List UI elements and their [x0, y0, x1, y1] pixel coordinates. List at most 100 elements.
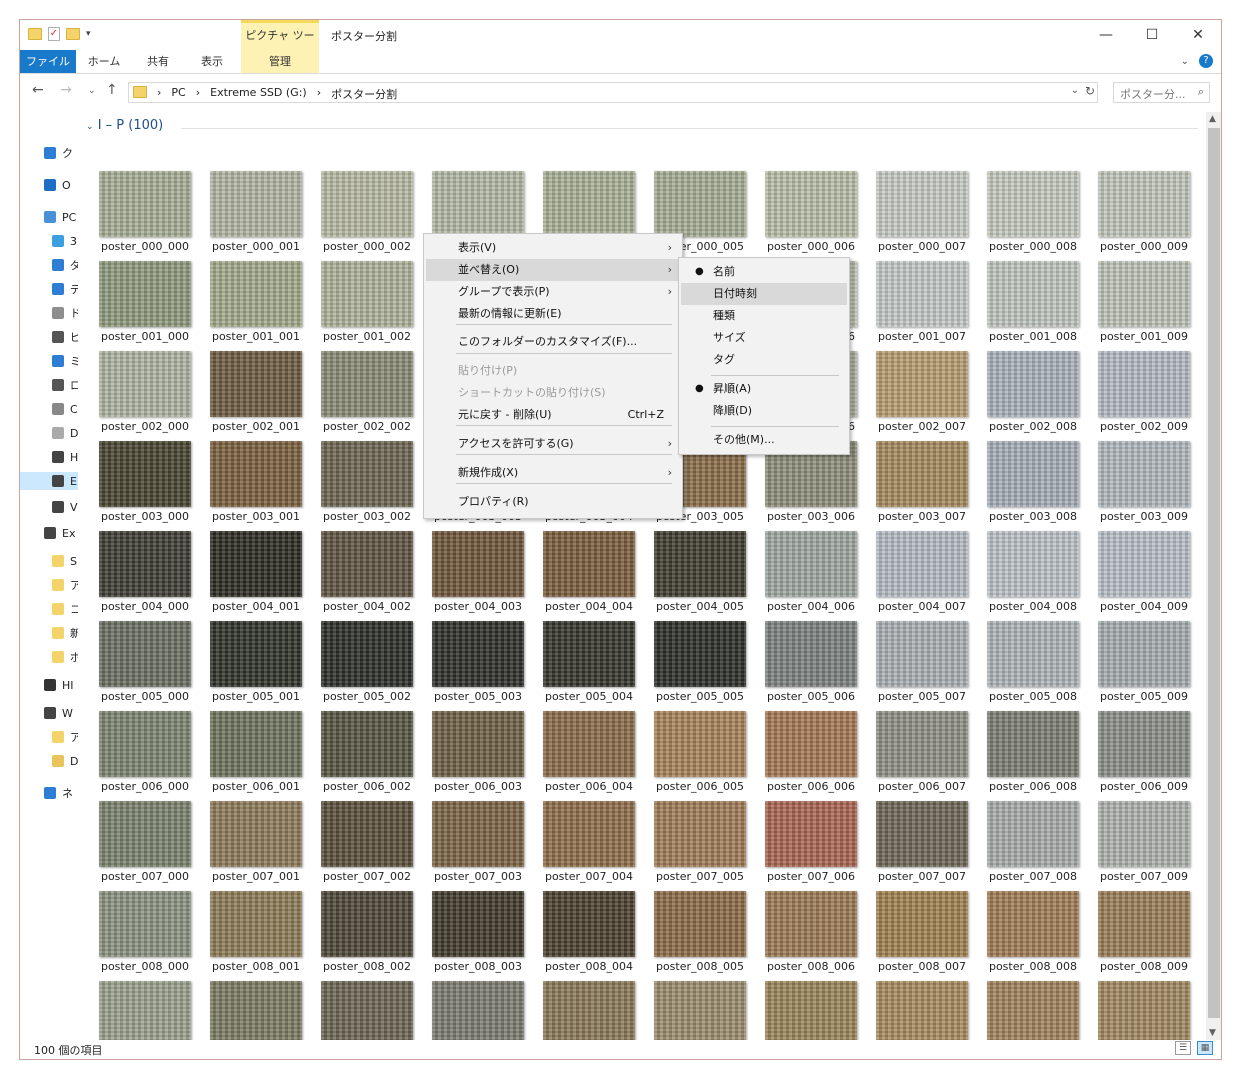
- context-menu-item[interactable]: 最新の情報に更新(E): [426, 303, 680, 325]
- scroll-up-icon[interactable]: ▲: [1209, 114, 1216, 124]
- image-thumbnail[interactable]: [321, 621, 413, 687]
- sort-menu-item[interactable]: 種類: [681, 305, 847, 327]
- group-header[interactable]: ⌄ I – P (100): [86, 118, 1198, 138]
- context-menu-item[interactable]: ショートカットの貼り付け(S): [426, 382, 680, 404]
- image-thumbnail[interactable]: [987, 621, 1079, 687]
- image-thumbnail[interactable]: [210, 801, 302, 867]
- image-thumbnail[interactable]: [99, 531, 191, 597]
- details-view-icon[interactable]: ☰: [1175, 1041, 1191, 1055]
- image-thumbnail[interactable]: [321, 171, 413, 237]
- image-thumbnail[interactable]: [876, 531, 968, 597]
- image-thumbnail[interactable]: [99, 981, 191, 1040]
- scrollbar-thumb[interactable]: [1208, 128, 1220, 1018]
- nav-item[interactable]: コ: [52, 600, 78, 618]
- image-thumbnail[interactable]: [210, 531, 302, 597]
- file-name-label[interactable]: poster_006_006: [756, 780, 866, 793]
- image-thumbnail[interactable]: [1098, 891, 1190, 957]
- nav-item[interactable]: ド: [52, 304, 78, 322]
- nav-item[interactable]: D: [52, 752, 78, 770]
- image-thumbnail[interactable]: [987, 441, 1079, 507]
- expand-ribbon-icon[interactable]: ⌄: [1181, 56, 1189, 67]
- help-icon[interactable]: ?: [1199, 54, 1213, 68]
- file-name-label[interactable]: poster_004_004: [534, 600, 644, 613]
- image-thumbnail[interactable]: [1098, 441, 1190, 507]
- file-name-label[interactable]: poster_007_008: [978, 870, 1088, 883]
- nav-item[interactable]: ピ: [52, 328, 78, 346]
- nav-item[interactable]: C: [52, 400, 78, 418]
- image-thumbnail[interactable]: [321, 261, 413, 327]
- file-name-label[interactable]: poster_006_002: [312, 780, 422, 793]
- file-name-label[interactable]: poster_004_003: [423, 600, 533, 613]
- nav-item[interactable]: PC: [44, 208, 76, 226]
- image-thumbnail[interactable]: [1098, 171, 1190, 237]
- image-thumbnail[interactable]: [1098, 801, 1190, 867]
- image-thumbnail[interactable]: [321, 351, 413, 417]
- image-thumbnail[interactable]: [987, 711, 1079, 777]
- file-name-label[interactable]: poster_008_003: [423, 960, 533, 973]
- file-name-label[interactable]: poster_003_001: [201, 510, 311, 523]
- tab-view[interactable]: 表示: [192, 50, 232, 73]
- file-name-label[interactable]: poster_007_001: [201, 870, 311, 883]
- image-thumbnail[interactable]: [987, 171, 1079, 237]
- image-thumbnail[interactable]: [543, 711, 635, 777]
- file-name-label[interactable]: poster_001_001: [201, 330, 311, 343]
- image-thumbnail[interactable]: [765, 171, 857, 237]
- file-name-label[interactable]: poster_000_009: [1089, 240, 1199, 253]
- refresh-icon[interactable]: ↻: [1085, 84, 1095, 98]
- crumb-folder[interactable]: ポスター分割: [331, 86, 397, 102]
- file-name-label[interactable]: poster_007_009: [1089, 870, 1199, 883]
- file-name-label[interactable]: poster_008_009: [1089, 960, 1199, 973]
- image-thumbnail[interactable]: [765, 621, 857, 687]
- file-name-label[interactable]: poster_008_004: [534, 960, 644, 973]
- nav-item[interactable]: ミ: [52, 352, 78, 370]
- file-name-label[interactable]: poster_000_000: [90, 240, 200, 253]
- image-thumbnail[interactable]: [987, 261, 1079, 327]
- context-menu-item[interactable]: 並べ替え(O) ›: [426, 259, 680, 281]
- image-thumbnail[interactable]: [99, 711, 191, 777]
- nav-item[interactable]: V: [52, 498, 78, 516]
- image-thumbnail[interactable]: [543, 801, 635, 867]
- search-box[interactable]: ポスター分... ⌕: [1113, 82, 1210, 103]
- file-name-label[interactable]: poster_003_002: [312, 510, 422, 523]
- file-name-label[interactable]: poster_005_002: [312, 690, 422, 703]
- up-icon[interactable]: ↑: [106, 82, 118, 98]
- image-thumbnail[interactable]: [99, 801, 191, 867]
- sort-menu-item[interactable]: ● 昇順(A): [681, 378, 847, 400]
- file-name-label[interactable]: poster_000_006: [756, 240, 866, 253]
- address-dropdown-icon[interactable]: ⌄: [1071, 85, 1079, 96]
- back-icon[interactable]: ←: [32, 82, 44, 98]
- image-thumbnail[interactable]: [210, 711, 302, 777]
- image-thumbnail[interactable]: [765, 981, 857, 1040]
- large-icons-view-icon[interactable]: ▦: [1197, 1041, 1213, 1055]
- file-name-label[interactable]: poster_000_008: [978, 240, 1088, 253]
- context-menu-item[interactable]: 貼り付け(P): [426, 360, 680, 382]
- file-name-label[interactable]: poster_007_002: [312, 870, 422, 883]
- nav-item[interactable]: ア: [52, 576, 78, 594]
- file-name-label[interactable]: poster_008_001: [201, 960, 311, 973]
- file-name-label[interactable]: poster_007_007: [867, 870, 977, 883]
- file-name-label[interactable]: poster_008_000: [90, 960, 200, 973]
- image-thumbnail[interactable]: [543, 621, 635, 687]
- nav-item[interactable]: ロ: [52, 376, 78, 394]
- image-thumbnail[interactable]: [321, 981, 413, 1040]
- nav-item[interactable]: デ: [52, 280, 78, 298]
- nav-item[interactable]: 新: [52, 624, 78, 642]
- file-name-label[interactable]: poster_000_001: [201, 240, 311, 253]
- image-thumbnail[interactable]: [210, 981, 302, 1040]
- image-thumbnail[interactable]: [1098, 351, 1190, 417]
- file-name-label[interactable]: poster_007_003: [423, 870, 533, 883]
- file-name-label[interactable]: poster_005_001: [201, 690, 311, 703]
- image-thumbnail[interactable]: [432, 621, 524, 687]
- file-name-label[interactable]: poster_002_007: [867, 420, 977, 433]
- new-folder-icon[interactable]: [66, 28, 80, 40]
- file-name-label[interactable]: poster_006_000: [90, 780, 200, 793]
- image-thumbnail[interactable]: [432, 801, 524, 867]
- file-name-label[interactable]: poster_005_004: [534, 690, 644, 703]
- image-thumbnail[interactable]: [432, 981, 524, 1040]
- file-name-label[interactable]: poster_007_004: [534, 870, 644, 883]
- file-name-label[interactable]: poster_001_009: [1089, 330, 1199, 343]
- image-thumbnail[interactable]: [654, 531, 746, 597]
- image-thumbnail[interactable]: [876, 261, 968, 327]
- image-thumbnail[interactable]: [210, 621, 302, 687]
- sort-menu-item[interactable]: その他(M)...: [681, 429, 847, 451]
